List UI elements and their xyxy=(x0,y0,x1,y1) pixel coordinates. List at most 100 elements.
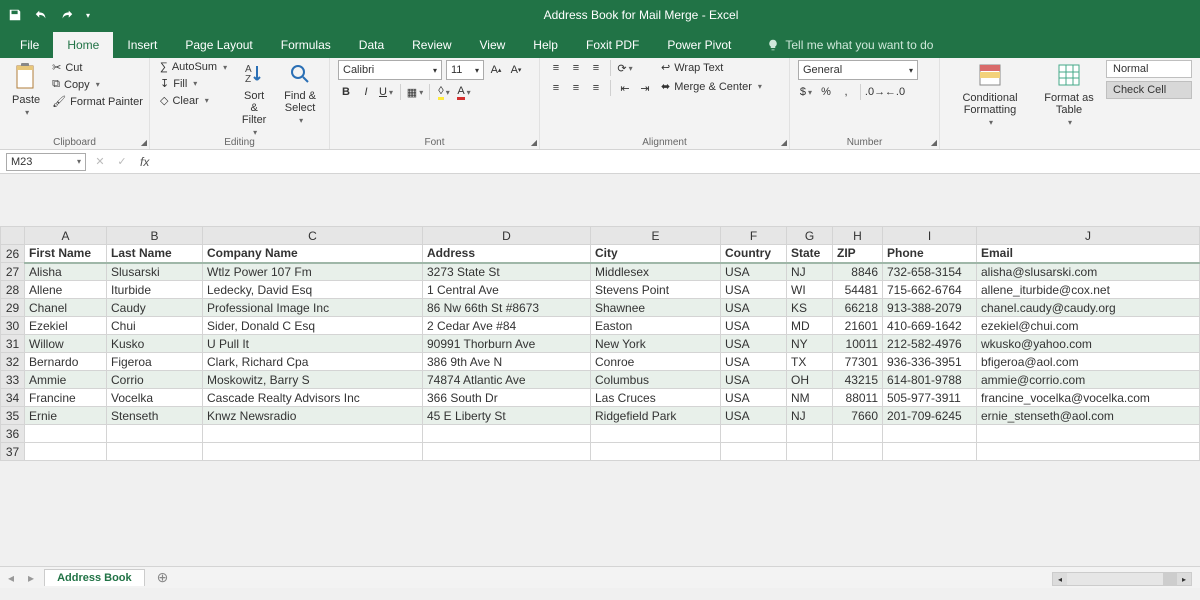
cell[interactable]: Vocelka xyxy=(107,389,203,407)
fx-icon[interactable]: fx xyxy=(136,155,153,169)
italic-button[interactable]: I xyxy=(358,84,374,100)
cell[interactable]: Ernie xyxy=(25,407,107,425)
cell[interactable] xyxy=(977,443,1200,461)
cell[interactable]: 7660 xyxy=(833,407,883,425)
cell[interactable]: ernie_stenseth@aol.com xyxy=(977,407,1200,425)
cell[interactable]: Address xyxy=(423,245,591,263)
cell[interactable] xyxy=(833,443,883,461)
cell[interactable]: Country xyxy=(721,245,787,263)
align-right-icon[interactable]: ≡ xyxy=(588,80,604,96)
alignment-launcher-icon[interactable]: ◢ xyxy=(781,138,787,147)
cell[interactable]: Chui xyxy=(107,317,203,335)
col-header[interactable]: C xyxy=(203,227,423,245)
cell[interactable]: USA xyxy=(721,281,787,299)
align-middle-icon[interactable]: ≡ xyxy=(568,60,584,76)
cell[interactable]: Ezekiel xyxy=(25,317,107,335)
cell[interactable]: 936-336-3951 xyxy=(883,353,977,371)
percent-format-icon[interactable]: % xyxy=(818,84,834,100)
table-row[interactable]: 37 xyxy=(1,443,1200,461)
col-header[interactable]: F xyxy=(721,227,787,245)
decrease-font-icon[interactable]: A▾ xyxy=(508,62,524,78)
tab-page-layout[interactable]: Page Layout xyxy=(171,32,266,58)
cell[interactable]: 3273 State St xyxy=(423,263,591,281)
row-header[interactable]: 29 xyxy=(1,299,25,317)
cell[interactable]: 410-669-1642 xyxy=(883,317,977,335)
cell[interactable] xyxy=(25,443,107,461)
cell[interactable]: 386 9th Ave N xyxy=(423,353,591,371)
clear-button[interactable]: ◇Clear xyxy=(158,93,229,108)
cell[interactable] xyxy=(833,425,883,443)
wrap-text-button[interactable]: ↩Wrap Text xyxy=(659,60,764,75)
cell[interactable]: USA xyxy=(721,317,787,335)
cell[interactable]: Easton xyxy=(591,317,721,335)
tab-foxit[interactable]: Foxit PDF xyxy=(572,32,653,58)
name-box[interactable]: M23▾ xyxy=(6,153,86,171)
font-size-combo[interactable]: 11▾ xyxy=(446,60,484,80)
col-header[interactable]: I xyxy=(883,227,977,245)
cell[interactable]: Las Cruces xyxy=(591,389,721,407)
cell[interactable]: USA xyxy=(721,353,787,371)
align-left-icon[interactable]: ≡ xyxy=(548,80,564,96)
cell[interactable]: Slusarski xyxy=(107,263,203,281)
cell[interactable]: 90991 Thorburn Ave xyxy=(423,335,591,353)
save-icon[interactable] xyxy=(8,8,22,22)
align-center-icon[interactable]: ≡ xyxy=(568,80,584,96)
cell[interactable]: NY xyxy=(787,335,833,353)
undo-icon[interactable] xyxy=(34,8,48,22)
cell[interactable] xyxy=(423,443,591,461)
cell[interactable] xyxy=(787,425,833,443)
paste-button[interactable]: Paste xyxy=(8,60,44,119)
number-launcher-icon[interactable]: ◢ xyxy=(931,138,937,147)
cell[interactable]: 212-582-4976 xyxy=(883,335,977,353)
cell[interactable]: 66218 xyxy=(833,299,883,317)
scroll-left-icon[interactable]: ◂ xyxy=(1053,573,1067,585)
row-header[interactable]: 26 xyxy=(1,245,25,263)
cell[interactable] xyxy=(107,425,203,443)
cell[interactable]: 10011 xyxy=(833,335,883,353)
new-sheet-button[interactable]: ⊕ xyxy=(151,569,175,586)
row-header[interactable]: 35 xyxy=(1,407,25,425)
sheet-nav-next-icon[interactable]: ▸ xyxy=(24,571,38,585)
cell[interactable]: New York xyxy=(591,335,721,353)
tab-formulas[interactable]: Formulas xyxy=(267,32,345,58)
cell[interactable]: alisha@slusarski.com xyxy=(977,263,1200,281)
cell[interactable] xyxy=(883,443,977,461)
sheet-nav-prev-icon[interactable]: ◂ xyxy=(4,571,18,585)
cell[interactable]: francine_vocelka@vocelka.com xyxy=(977,389,1200,407)
cell[interactable]: Conroe xyxy=(591,353,721,371)
copy-button[interactable]: ⧉Copy xyxy=(50,77,145,92)
table-row[interactable]: 35ErnieStensethKnwz Newsradio45 E Libert… xyxy=(1,407,1200,425)
cell[interactable]: NJ xyxy=(787,407,833,425)
scroll-right-icon[interactable]: ▸ xyxy=(1177,573,1191,585)
cell[interactable]: Cascade Realty Advisors Inc xyxy=(203,389,423,407)
table-row[interactable]: 34FrancineVocelkaCascade Realty Advisors… xyxy=(1,389,1200,407)
cell[interactable]: MD xyxy=(787,317,833,335)
tell-me[interactable]: Tell me what you want to do xyxy=(757,32,943,58)
tab-data[interactable]: Data xyxy=(345,32,398,58)
bold-button[interactable]: B xyxy=(338,84,354,100)
format-painter-button[interactable]: 🖌Format Painter xyxy=(50,94,145,109)
decrease-decimal-icon[interactable]: ←.0 xyxy=(887,84,903,100)
cell[interactable]: 88011 xyxy=(833,389,883,407)
scroll-thumb[interactable] xyxy=(1163,573,1177,585)
row-header[interactable]: 32 xyxy=(1,353,25,371)
cell[interactable]: 86 Nw 66th St #8673 xyxy=(423,299,591,317)
cell[interactable]: OH xyxy=(787,371,833,389)
cell[interactable] xyxy=(107,443,203,461)
fill-color-button[interactable]: ◊ xyxy=(436,84,452,100)
cell[interactable]: U Pull It xyxy=(203,335,423,353)
cancel-formula-icon[interactable]: ✕ xyxy=(92,154,108,170)
cell[interactable]: 74874 Atlantic Ave xyxy=(423,371,591,389)
table-row[interactable]: 27AlishaSlusarskiWtlz Power 107 Fm3273 S… xyxy=(1,263,1200,281)
cell[interactable]: Company Name xyxy=(203,245,423,263)
align-bottom-icon[interactable]: ≡ xyxy=(588,60,604,76)
cell[interactable]: USA xyxy=(721,263,787,281)
table-row[interactable]: 29ChanelCaudyProfessional Image Inc86 Nw… xyxy=(1,299,1200,317)
table-row[interactable]: 32BernardoFigeroaClark, Richard Cpa386 9… xyxy=(1,353,1200,371)
enter-formula-icon[interactable]: ✓ xyxy=(114,154,130,170)
align-top-icon[interactable]: ≡ xyxy=(548,60,564,76)
cell[interactable]: Knwz Newsradio xyxy=(203,407,423,425)
cell[interactable] xyxy=(977,425,1200,443)
cell[interactable]: 2 Cedar Ave #84 xyxy=(423,317,591,335)
cell[interactable]: Stenseth xyxy=(107,407,203,425)
